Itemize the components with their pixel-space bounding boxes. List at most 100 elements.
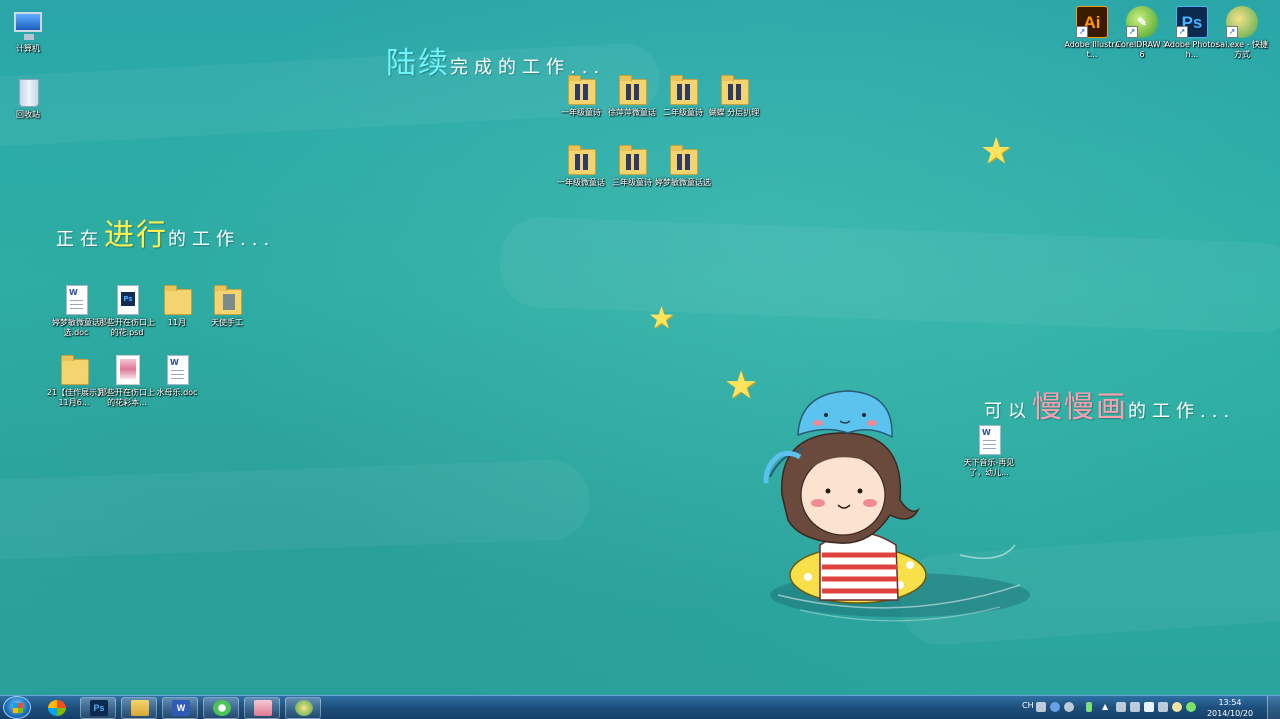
network-icon[interactable]	[1130, 702, 1140, 712]
folder-icon	[565, 144, 597, 176]
psd-file-item[interactable]: Ps 那些开在伤口上的花.psd	[99, 284, 155, 338]
recycle-bin-icon	[12, 76, 44, 108]
image-viewer-icon	[254, 700, 272, 716]
folder-icon-item[interactable]: 婷梦敏微童话选	[655, 144, 711, 188]
sai-icon: ↗	[1226, 6, 1258, 38]
psd-file-icon: Ps	[111, 284, 143, 316]
icon-label: CorelDRAW X6	[1115, 40, 1169, 59]
battery-icon[interactable]	[1086, 702, 1092, 712]
desktop-icon-photoshop[interactable]: Ps ↗ Adobe Photosh...	[1164, 6, 1220, 60]
icon-label: 回收站	[16, 110, 40, 119]
folder-icon	[161, 284, 193, 316]
heading-highlight: 进行	[104, 218, 168, 253]
star-decoration: ★	[648, 301, 675, 336]
file-explorer-icon	[131, 700, 149, 716]
taskbar: Ps W CH ▲ 13:54 2014/10/20	[0, 695, 1280, 719]
sai-taskbar-icon	[295, 700, 313, 716]
heading-text: 的工作...	[1128, 401, 1236, 422]
icon-label: 徐萍萍微童话	[608, 108, 656, 117]
clock-time: 13:54	[1218, 698, 1242, 707]
keyboard-icon[interactable]	[1036, 702, 1046, 712]
photoshop-taskbar-icon: Ps	[90, 700, 108, 716]
icon-label: 一年级微童话	[557, 178, 605, 187]
icon-label: 一年级童诗	[561, 108, 601, 117]
coreldraw-icon: ✎ ↗	[1126, 6, 1158, 38]
folder-icon-item[interactable]: 一年级微童话	[553, 144, 609, 188]
icon-label: Adobe Illustrat...	[1064, 40, 1120, 59]
doc-file-item[interactable]: W 水母乐.doc	[149, 354, 205, 398]
security-shield-icon[interactable]	[1144, 702, 1154, 712]
desktop: 计算机 回收站 Ai ↗ Adobe Illustrat... ✎ ↗ Core…	[0, 0, 1280, 695]
folder-icon	[211, 284, 243, 316]
desktop-icon-coreldraw[interactable]: ✎ ↗ CorelDRAW X6	[1114, 6, 1170, 60]
folder-icon	[667, 144, 699, 176]
flag-icon[interactable]	[1116, 702, 1126, 712]
heading-in-progress-work: 正在进行的工作...	[56, 210, 275, 254]
word-doc-icon: W	[161, 354, 193, 386]
icon-label: 婷梦敏微童话选	[655, 178, 711, 187]
start-button[interactable]	[3, 696, 31, 719]
desktop-icon-computer[interactable]: 计算机	[0, 10, 56, 54]
icon-label: sai.exe - 快捷方式	[1216, 40, 1268, 59]
desktop-icon-recycle-bin[interactable]: 回收站	[0, 76, 56, 120]
image-file-item[interactable]: 那些开在伤口上的花彩本...	[99, 354, 155, 408]
icon-label: 那些开在伤口上的花.psd	[99, 318, 155, 337]
computer-icon	[12, 10, 44, 42]
icon-label: 天使手工	[211, 318, 243, 327]
show-hidden-icons-icon[interactable]: ▲	[1102, 702, 1108, 712]
help-icon[interactable]	[1050, 702, 1060, 712]
app-tray-icon[interactable]	[1186, 702, 1196, 712]
taskbar-pinned-app[interactable]	[38, 697, 74, 719]
pinned-app-icon	[48, 700, 66, 716]
folder-icon-item[interactable]: 21【佳作展示】11月6...	[46, 354, 102, 408]
heading-highlight: 陆续	[386, 46, 450, 81]
star-decoration: ★	[980, 131, 1013, 172]
jellyfish-hat	[797, 390, 893, 439]
language-indicator[interactable]: CH	[1022, 701, 1034, 710]
volume-icon[interactable]	[1158, 702, 1168, 712]
folder-icon-item[interactable]: 一年级童诗	[553, 74, 609, 118]
adobe-illustrator-icon: Ai ↗	[1076, 6, 1108, 38]
qq-icon[interactable]	[1172, 702, 1182, 712]
folder-icon-item[interactable]: 徐萍萍微童话	[604, 74, 660, 118]
folder-icon	[565, 74, 597, 106]
icon-label: 那些开在伤口上的花彩本...	[99, 388, 155, 407]
system-tray: CH ▲ 13:54 2014/10/20	[1020, 696, 1280, 719]
folder-icon-item[interactable]: 三年级童诗	[604, 144, 660, 188]
folder-icon	[616, 74, 648, 106]
refresh-app-icon	[213, 700, 231, 716]
desktop-icon-illustrator[interactable]: Ai ↗ Adobe Illustrat...	[1064, 6, 1120, 60]
show-desktop-button[interactable]	[1267, 696, 1280, 719]
doc-file-item[interactable]: W 婷梦敏微童话选.doc	[48, 284, 104, 338]
windows-logo-icon	[13, 703, 23, 713]
icon-label: 婷梦敏微童话选.doc	[52, 318, 100, 337]
icon-label: 二年级童诗	[663, 108, 703, 117]
heading-text: 的工作...	[168, 229, 276, 250]
word-icon: W	[172, 700, 190, 716]
folder-icon-item[interactable]: 天使手工	[199, 284, 255, 328]
taskbar-button-image-viewer[interactable]	[244, 697, 280, 719]
icon-label: 11月	[167, 318, 187, 327]
clock[interactable]: 13:54 2014/10/20	[1200, 697, 1260, 719]
clock-date: 2014/10/20	[1206, 709, 1254, 718]
heading-highlight: 慢慢画	[1032, 390, 1128, 425]
taskbar-button-refresh-app[interactable]	[203, 697, 239, 719]
folder-icon	[616, 144, 648, 176]
face	[800, 454, 886, 536]
folder-icon-item[interactable]: 二年级童诗	[655, 74, 711, 118]
settings-icon[interactable]	[1064, 702, 1074, 712]
folder-icon	[718, 74, 750, 106]
icon-label: 水母乐.doc	[156, 388, 198, 397]
folder-icon-item[interactable]: 蝴蝶 分层扒理	[706, 74, 762, 118]
icon-label: 三年级童诗	[612, 178, 652, 187]
taskbar-button-sai[interactable]	[285, 697, 321, 719]
taskbar-button-explorer[interactable]	[121, 697, 157, 719]
desktop-icon-sai[interactable]: ↗ sai.exe - 快捷方式	[1214, 6, 1270, 60]
girl-illustration	[763, 390, 1030, 622]
taskbar-button-word[interactable]: W	[162, 697, 198, 719]
icon-label: 计算机	[16, 44, 40, 53]
folder-icon-item[interactable]: 11月	[149, 284, 205, 328]
wallpaper-stroke	[498, 216, 1280, 334]
wallpaper-stroke	[0, 458, 592, 562]
taskbar-button-photoshop[interactable]: Ps	[80, 697, 116, 719]
